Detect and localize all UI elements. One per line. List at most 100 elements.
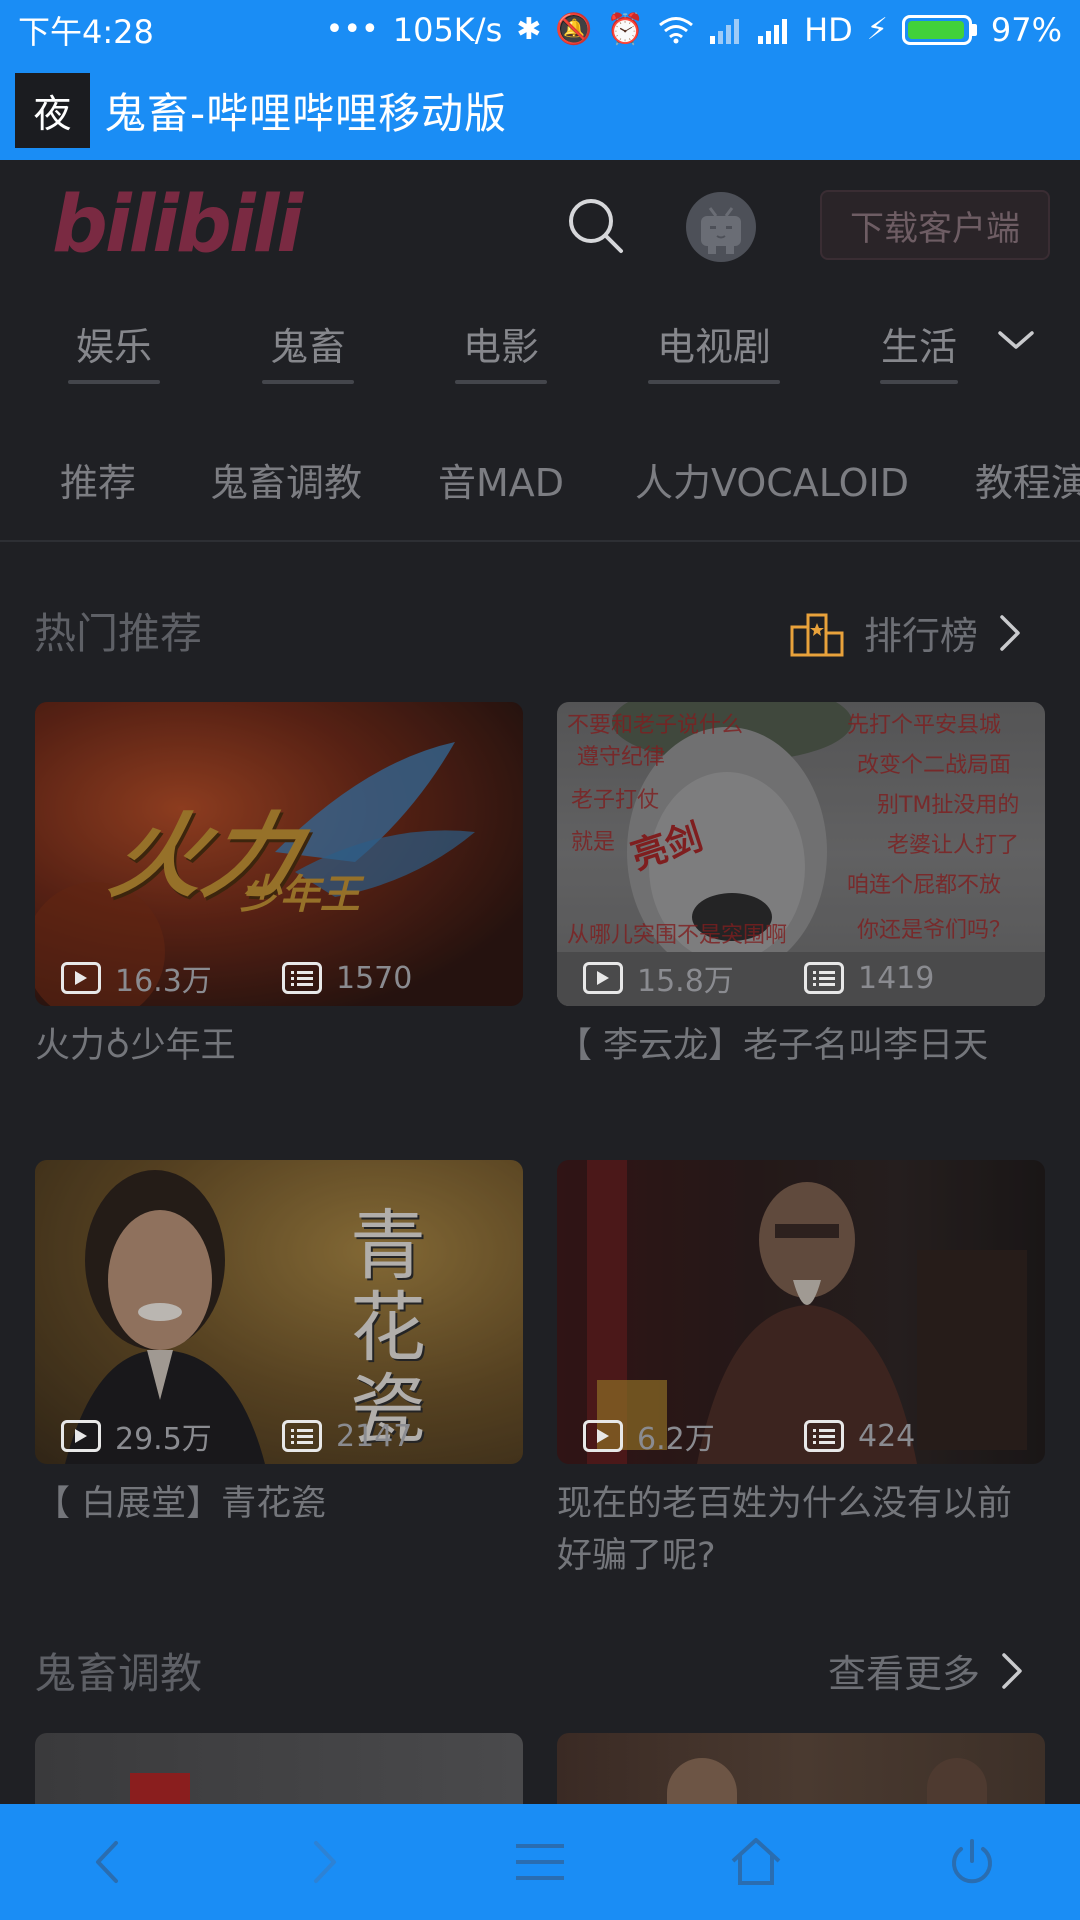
video-title[interactable]: 火力♁少年王	[35, 1020, 523, 1072]
view-count-value: 15.8万	[637, 964, 734, 999]
video-thumbnail[interactable]: 青花瓷 29.5万 2147	[35, 1160, 523, 1464]
tab-guichu[interactable]: 鬼畜	[262, 290, 354, 400]
page-title: 鬼畜-哔哩哔哩移动版	[104, 88, 508, 138]
menu-icon	[516, 1844, 564, 1880]
mute-icon: 🔕	[555, 12, 593, 47]
video-title[interactable]: 【 李云龙】老子名叫李日天	[557, 1020, 1045, 1072]
more-dots-icon: •••	[325, 12, 379, 47]
home-icon	[731, 1838, 781, 1885]
tab-label: 鬼畜	[269, 325, 346, 369]
video-card[interactable]: 青花瓷 29.5万 2147 【 白展堂】青花瓷	[35, 1160, 523, 1530]
chevron-right-icon	[1000, 614, 1020, 651]
ranking-icon	[790, 613, 844, 656]
section-title-hot: 热门推荐	[34, 609, 203, 658]
danmaku-count: 1419	[804, 961, 1025, 996]
tab-movie[interactable]: 电影	[455, 290, 547, 400]
chevron-right-icon	[1002, 1652, 1022, 1689]
chevron-down-icon[interactable]	[996, 325, 1036, 355]
view-count-value: 16.3万	[115, 964, 212, 999]
bilibili-logo[interactable]: bilibili	[52, 180, 303, 270]
ranking-link[interactable]: 排行榜	[790, 605, 1022, 660]
video-thumbnail[interactable]	[35, 1733, 523, 1813]
arrow-left-icon	[96, 1841, 118, 1883]
search-icon[interactable]	[565, 195, 627, 257]
status-time: 下午4:28	[18, 13, 154, 51]
tab-tv-series[interactable]: 电视剧	[648, 290, 780, 400]
subnav-tutorial[interactable]: 教程演	[975, 452, 1080, 507]
video-thumbnail[interactable]: 6.2万 424	[557, 1160, 1045, 1464]
site-header: bilibili 下载客户端	[0, 160, 1080, 290]
video-title[interactable]: 现在的老百姓为什么没有以前好骗了呢?	[557, 1478, 1045, 1582]
subcategory-nav: 推荐 鬼畜调教 音MAD 人力VOCALOID 教程演	[0, 420, 1080, 542]
see-more-label: 查看更多	[828, 1652, 981, 1696]
video-stats: 15.8万 1419	[583, 956, 1025, 1000]
danmaku-icon	[804, 1420, 844, 1452]
danmaku-count-value: 1419	[858, 960, 935, 996]
video-stats: 6.2万 424	[583, 1414, 1025, 1458]
tab-entertainment[interactable]: 娱乐	[68, 290, 160, 400]
power-button[interactable]	[937, 1827, 1007, 1897]
danmaku-icon	[282, 962, 322, 994]
night-mode-badge[interactable]: 夜	[15, 72, 90, 148]
video-thumbnail[interactable]	[557, 1733, 1045, 1813]
network-type: HD	[804, 11, 853, 49]
battery-percent: 97%	[990, 11, 1062, 49]
battery-fill	[907, 21, 965, 39]
danmaku-count: 2147	[282, 1419, 503, 1454]
back-button[interactable]	[73, 1827, 143, 1897]
category-nav: 娱乐 鬼畜 电影 电视剧 生活	[0, 290, 1080, 400]
view-count-value: 6.2万	[637, 1422, 715, 1457]
view-count: 29.5万	[61, 1414, 282, 1458]
danmaku-icon	[804, 962, 844, 994]
video-card[interactable]: 火力 少年王 16.3万 1570 火力♁少年王	[35, 702, 523, 1072]
alarm-icon: ⏰	[606, 12, 645, 47]
tab-life[interactable]: 生活	[880, 290, 958, 400]
video-title[interactable]: 【 白展堂】青花瓷	[35, 1478, 523, 1530]
danmaku-icon	[282, 1420, 322, 1452]
danmaku-count: 424	[804, 1419, 1025, 1454]
home-button[interactable]	[721, 1827, 791, 1897]
tab-underline	[68, 380, 160, 384]
app-screen: 下午4:28 ••• 105K/s ✱ 🔕 ⏰ HD ⚡ 97% 夜 鬼畜-哔哩…	[0, 0, 1080, 1920]
battery-icon	[901, 15, 977, 45]
tab-underline	[262, 380, 354, 384]
view-count: 6.2万	[583, 1414, 804, 1458]
signal-icon-1	[710, 19, 740, 44]
browser-toolbar	[0, 1804, 1080, 1920]
subnav-guichu-tuning[interactable]: 鬼畜调教	[210, 452, 362, 507]
subnav-recommend[interactable]: 推荐	[60, 452, 136, 507]
video-card[interactable]: 6.2万 424 现在的老百姓为什么没有以前好骗了呢?	[557, 1160, 1045, 1582]
tab-underline	[880, 380, 958, 384]
see-more-link[interactable]: 查看更多	[828, 1643, 1024, 1698]
video-stats: 16.3万 1570	[61, 956, 503, 1000]
menu-button[interactable]	[505, 1827, 575, 1897]
video-thumbnail[interactable]: 不要和老子说什么 遵守纪律 老子打仗 就是 先打个平安县城 改变个二战局面 别T…	[557, 702, 1045, 1006]
video-thumbnail[interactable]: 火力 少年王 16.3万 1570	[35, 702, 523, 1006]
status-bar: 下午4:28 ••• 105K/s ✱ 🔕 ⏰ HD ⚡ 97%	[0, 0, 1080, 60]
ranking-label: 排行榜	[864, 614, 979, 658]
power-icon	[952, 1839, 992, 1884]
avatar[interactable]	[686, 192, 756, 262]
tab-label: 生活	[880, 325, 957, 369]
tab-underline	[455, 380, 547, 384]
net-speed: 105K/s	[392, 11, 503, 49]
forward-button[interactable]	[289, 1827, 359, 1897]
subnav-otomad[interactable]: 音MAD	[438, 452, 564, 507]
section-title-guichu-tuning: 鬼畜调教	[34, 1649, 203, 1698]
download-app-button[interactable]: 下载客户端	[820, 190, 1050, 260]
browser-title-bar: 夜 鬼畜-哔哩哔哩移动版	[0, 60, 1080, 160]
tab-label: 电视剧	[656, 325, 771, 369]
tab-underline	[648, 380, 780, 384]
view-count: 15.8万	[583, 956, 804, 1000]
danmaku-count-value: 2147	[336, 1418, 413, 1454]
video-card[interactable]: 不要和老子说什么 遵守纪律 老子打仗 就是 先打个平安县城 改变个二战局面 别T…	[557, 702, 1045, 1072]
tab-label: 电影	[462, 325, 539, 369]
danmaku-count: 1570	[282, 961, 503, 996]
play-count-icon	[61, 962, 101, 994]
signal-icon-2	[758, 19, 788, 44]
view-count: 16.3万	[61, 956, 282, 1000]
subnav-human-vocaloid[interactable]: 人力VOCALOID	[635, 452, 909, 507]
charging-icon: ⚡	[866, 12, 888, 47]
bluetooth-icon: ✱	[516, 12, 542, 47]
play-count-icon	[61, 1420, 101, 1452]
